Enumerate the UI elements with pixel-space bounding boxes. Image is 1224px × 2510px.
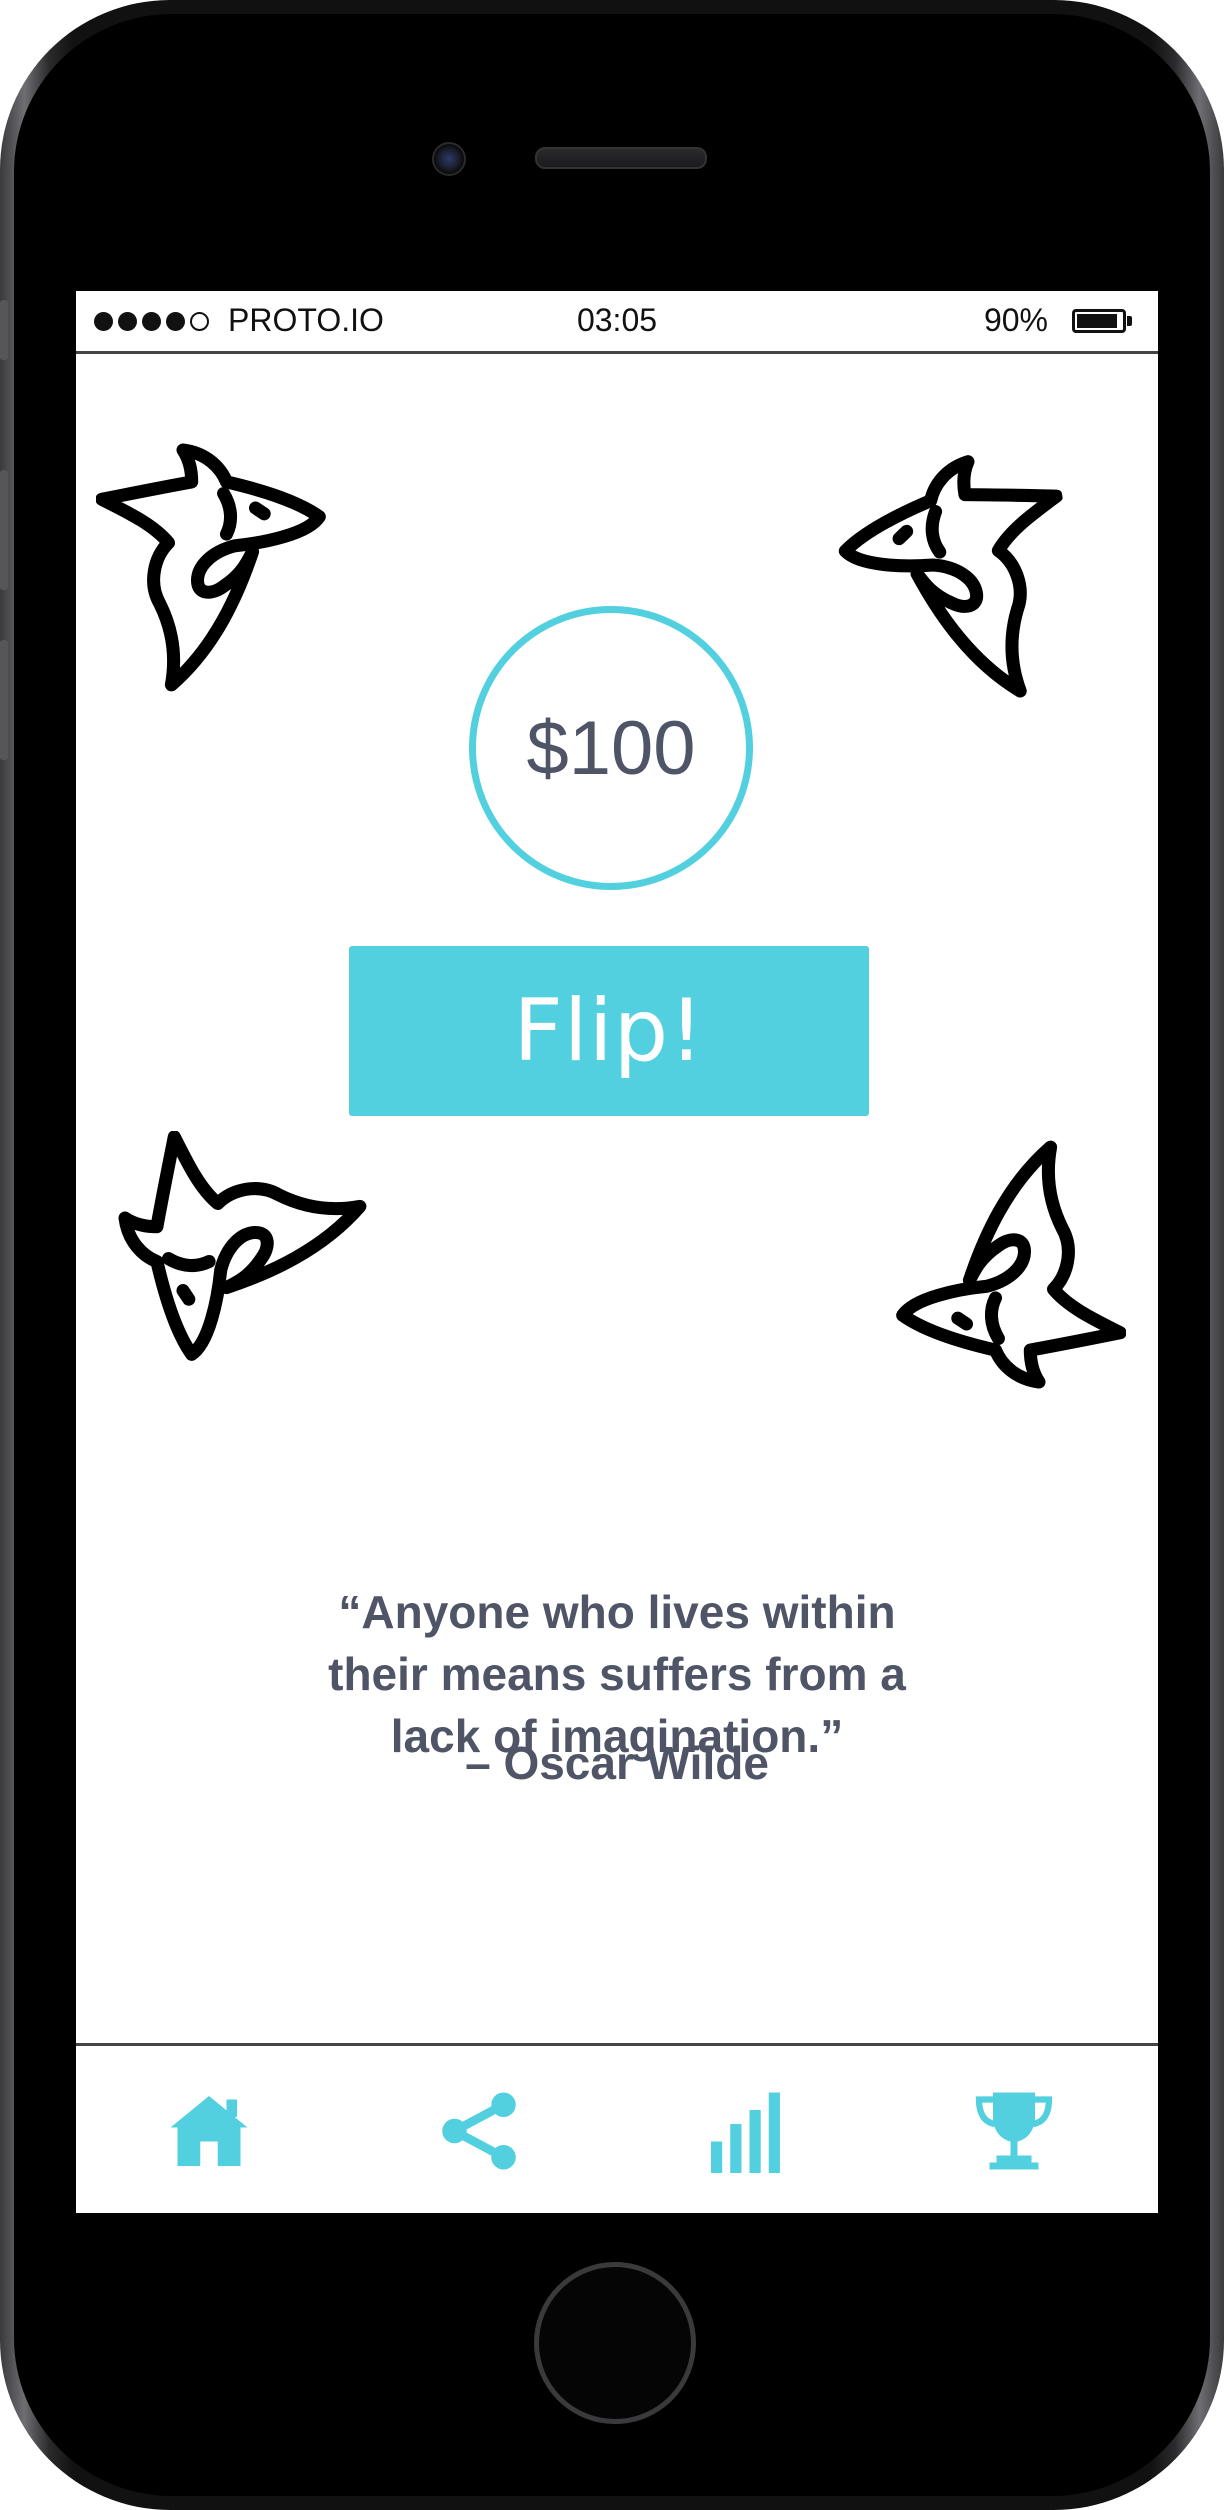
balance-display: $100 — [469, 606, 753, 890]
share-icon — [442, 2092, 516, 2170]
flip-button[interactable]: Flip! — [349, 946, 869, 1116]
front-camera — [432, 142, 466, 176]
phone-frame: PROTO.IO 03:05 90% $100 Flip! “Anyone wh… — [0, 0, 1224, 2510]
battery-percent: 90% — [983, 302, 1048, 338]
trophy-icon — [975, 2092, 1053, 2170]
mute-switch — [0, 300, 8, 360]
battery-icon — [1072, 309, 1126, 333]
home-icon — [170, 2096, 248, 2166]
tab-share[interactable] — [434, 2086, 524, 2176]
home-button[interactable] — [534, 2262, 696, 2424]
shark-icon — [836, 1121, 1126, 1411]
tab-home[interactable] — [164, 2086, 254, 2176]
volume-down-button — [0, 640, 8, 760]
tab-stats[interactable] — [701, 2086, 791, 2176]
tab-leaderboard[interactable] — [969, 2086, 1059, 2176]
app-screen: PROTO.IO 03:05 90% $100 Flip! “Anyone wh… — [76, 291, 1158, 2213]
earpiece-speaker — [535, 147, 707, 169]
bar-chart-icon — [711, 2092, 780, 2173]
shark-icon — [96, 421, 386, 711]
volume-up-button — [0, 470, 8, 590]
bottom-tab-bar — [76, 2043, 1158, 2213]
quote-line: “Anyone who lives within — [338, 1586, 896, 1638]
shark-icon — [96, 1131, 386, 1421]
status-bar: PROTO.IO 03:05 90% — [76, 291, 1158, 354]
shark-icon — [763, 418, 1099, 754]
quote-author: – Oscar Wilde — [465, 1737, 769, 1789]
quote-line: their means suffers from a — [328, 1648, 906, 1700]
